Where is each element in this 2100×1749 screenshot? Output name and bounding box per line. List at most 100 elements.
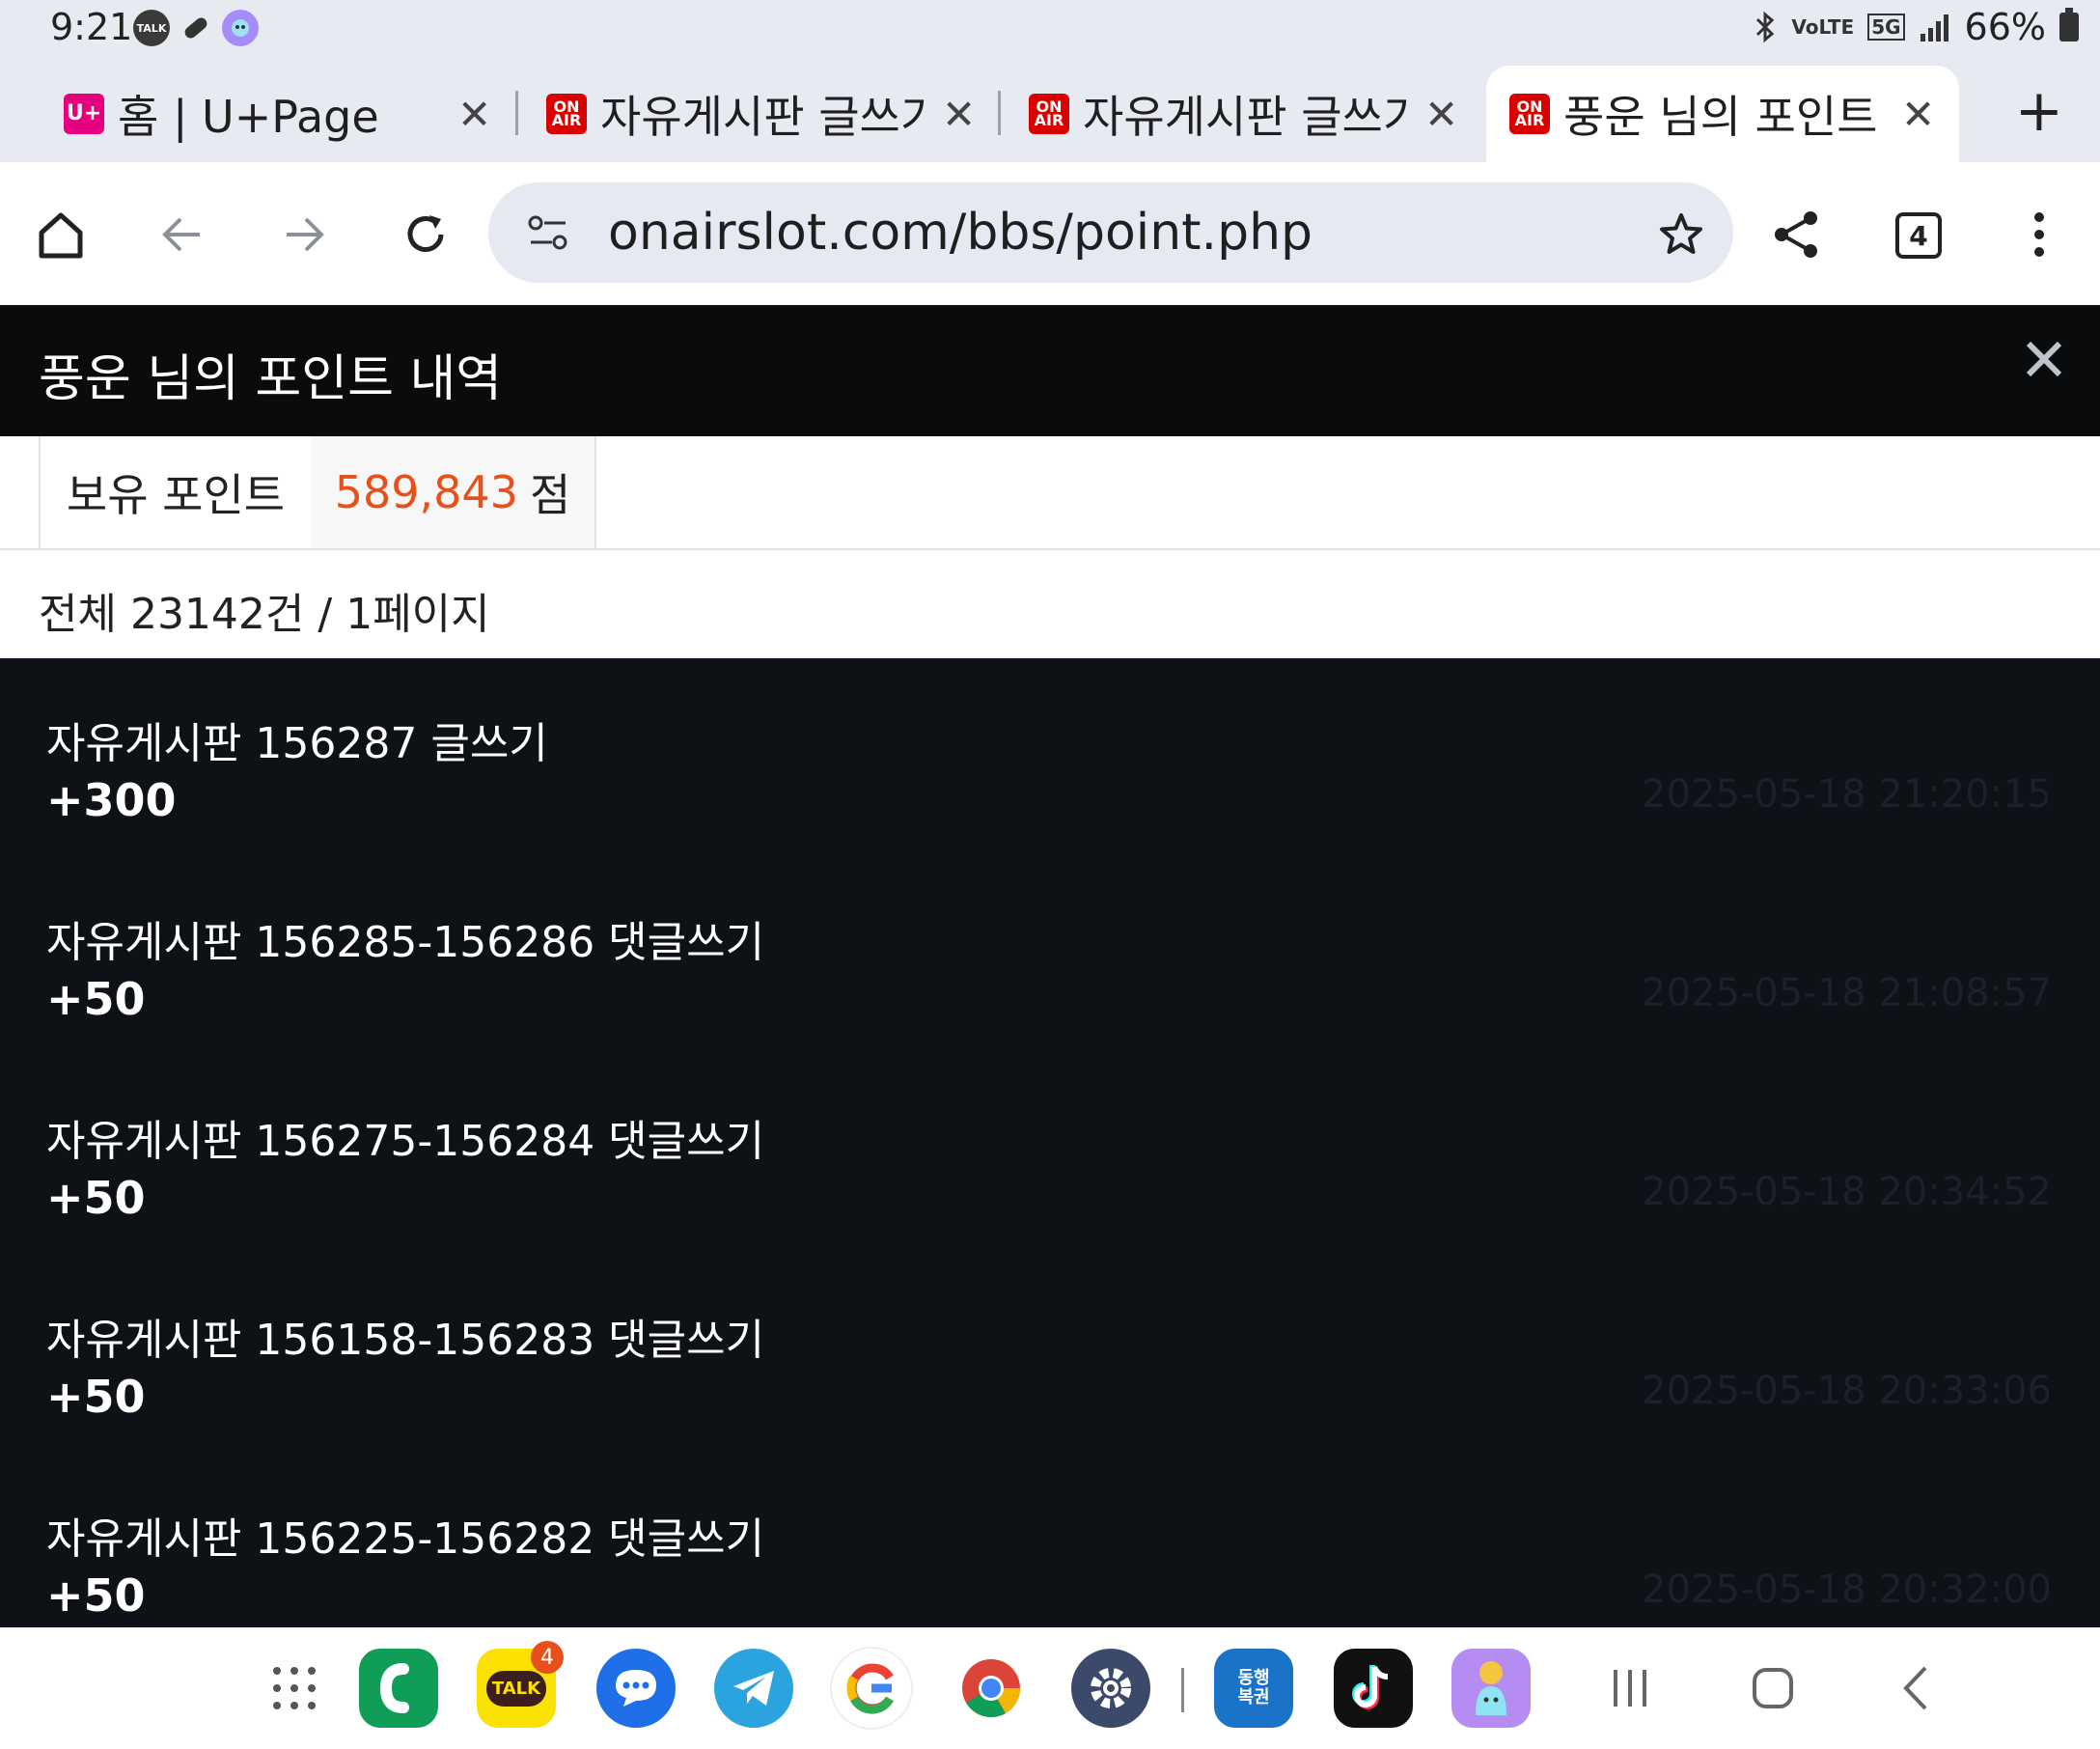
tab-title: 풍운 님의 포인트 <box>1563 91 1878 143</box>
entry-date: 2025-05-18 20:32:00 <box>1642 1568 2052 1612</box>
back-button[interactable] <box>149 201 216 268</box>
talk-badge-text: TALK <box>136 21 167 35</box>
new-tab-icon[interactable]: + <box>2015 77 2063 145</box>
points-label: 보유 포인트 <box>39 436 313 548</box>
close-icon[interactable]: ✕ <box>1424 91 1458 138</box>
onair-favicon-icon: ON AIR <box>546 94 587 134</box>
arrow-left-icon <box>162 217 200 252</box>
kakaotalk-notification-icon: TALK <box>133 10 170 46</box>
network-5g-label: 5G <box>1867 14 1905 41</box>
entry-description: 자유게시판 156158-156283 댓글쓰기 <box>46 1316 765 1365</box>
points-history-list: 자유게시판 156287 글쓰기 +300 2025-05-18 21:20:1… <box>0 658 2100 1627</box>
menu-button[interactable] <box>2005 201 2073 268</box>
onair-favicon-icon: ON AIR <box>1509 94 1550 134</box>
settings-app-icon[interactable] <box>1071 1649 1150 1728</box>
home-nav-icon <box>1753 1668 1793 1708</box>
signal-icon <box>1920 14 1948 42</box>
close-popup-button[interactable] <box>2025 340 2063 382</box>
close-icon[interactable]: ✕ <box>457 91 491 138</box>
pill-icon <box>178 10 214 46</box>
volte-label: VoLTE <box>1791 15 1855 39</box>
chevron-left-icon <box>1903 1666 1927 1710</box>
forward-button[interactable] <box>270 201 338 268</box>
gear-icon <box>1091 1668 1131 1708</box>
bluetooth-icon <box>1756 11 1775 43</box>
chrome-app-icon[interactable] <box>952 1649 1031 1728</box>
entry-amount: +300 <box>46 774 177 826</box>
entry-date: 2025-05-18 20:33:06 <box>1642 1369 2052 1413</box>
point-app-icon[interactable] <box>1451 1649 1531 1728</box>
donghaeng-label: 동행 복권 <box>1237 1668 1270 1707</box>
battery-percent: 66% <box>1964 6 2046 48</box>
points-value: 589,843 <box>334 466 518 518</box>
status-time: 9:21 <box>50 6 133 48</box>
recents-icon <box>1614 1670 1646 1707</box>
entry-amount: +50 <box>46 1569 146 1622</box>
entry-description: 자유게시판 156287 글쓰기 <box>46 719 548 768</box>
telegram-app-icon[interactable] <box>714 1649 793 1728</box>
apps-grid-icon <box>273 1667 316 1709</box>
recents-button[interactable] <box>1590 1649 1670 1728</box>
list-item: 자유게시판 156158-156283 댓글쓰기 +50 2025-05-18 … <box>0 1255 2100 1454</box>
tab-free-board-write-2[interactable]: ON AIR 자유게시판 글쓰기 ✕ <box>1029 66 1463 162</box>
donghaeng-lottery-app-icon[interactable]: 동행 복권 <box>1214 1649 1293 1728</box>
status-bar: 9:21 TALK VoLTE 5G 66% <box>0 0 2100 60</box>
tiktok-app-icon[interactable] <box>1334 1649 1413 1728</box>
address-bar[interactable]: onairslot.com/bbs/point.php <box>488 182 1733 283</box>
status-right: VoLTE 5G 66% <box>1753 6 2079 48</box>
tab-uplus-home[interactable]: U+ 홈 | U+Page ✕ <box>64 66 498 162</box>
app-drawer-button[interactable] <box>255 1649 334 1728</box>
tab-title: 자유게시판 글쓰기 <box>1083 91 1411 143</box>
close-icon[interactable]: ✕ <box>1901 91 1935 138</box>
tab-title: 자유게시판 글쓰기 <box>600 91 928 143</box>
site-settings-icon[interactable] <box>527 213 569 252</box>
entry-date: 2025-05-18 21:08:57 <box>1642 971 2052 1015</box>
entry-amount: +50 <box>46 1371 146 1423</box>
reload-button[interactable] <box>392 201 459 268</box>
kakaotalk-badge: 4 <box>531 1641 564 1674</box>
battery-icon <box>2059 8 2079 42</box>
back-nav-button[interactable] <box>1876 1649 1955 1728</box>
reload-icon <box>407 215 444 252</box>
tab-title: 홈 | U+Page <box>118 91 379 143</box>
points-value-cell: 589,843 점 <box>311 436 596 548</box>
tab-separator <box>998 91 1001 135</box>
tab-free-board-write-1[interactable]: ON AIR 자유게시판 글쓰기 ✕ <box>546 66 981 162</box>
entry-amount: +50 <box>46 973 146 1025</box>
list-item: 자유게시판 156275-156284 댓글쓰기 +50 2025-05-18 … <box>0 1056 2100 1255</box>
messages-app-icon[interactable] <box>596 1649 676 1728</box>
close-icon <box>2026 341 2062 377</box>
entry-date: 2025-05-18 21:20:15 <box>1642 772 2052 817</box>
app-notification-icon <box>222 10 259 46</box>
count-bar: 전체 23142건 / 1페이지 <box>0 550 2100 658</box>
points-header: 풍운 님의 포인트 내역 <box>0 307 2100 436</box>
home-icon <box>39 212 83 259</box>
points-summary: 보유 포인트 589,843 점 <box>0 436 2100 550</box>
entry-description: 자유게시판 156275-156284 댓글쓰기 <box>46 1117 765 1166</box>
list-item: 자유게시판 156285-156286 댓글쓰기 +50 2025-05-18 … <box>0 857 2100 1056</box>
notification-icons: TALK <box>133 10 259 46</box>
share-button[interactable] <box>1762 201 1830 268</box>
tab-points-active[interactable]: ON AIR 풍운 님의 포인트 ✕ <box>1486 66 1959 162</box>
phone-app-icon[interactable] <box>359 1649 438 1728</box>
google-app-icon[interactable] <box>832 1649 911 1728</box>
entry-description: 자유게시판 156225-156282 댓글쓰기 <box>46 1514 765 1564</box>
kakaotalk-label: TALK <box>485 1670 547 1707</box>
list-item: 자유게시판 156287 글쓰기 +300 2025-05-18 21:20:1… <box>0 658 2100 857</box>
home-button[interactable] <box>27 201 95 268</box>
close-icon[interactable]: ✕ <box>942 91 976 138</box>
page-title: 풍운 님의 포인트 내역 <box>39 350 503 408</box>
tab-count-button[interactable]: 4 <box>1895 212 1942 259</box>
url-text[interactable]: onairslot.com/bbs/point.php <box>608 204 1312 262</box>
tab-separator <box>515 91 518 135</box>
total-count: 전체 23142건 / 1페이지 <box>39 590 490 639</box>
entry-date: 2025-05-18 20:34:52 <box>1642 1170 2052 1214</box>
list-item: 자유게시판 156225-156282 댓글쓰기 +50 2025-05-18 … <box>0 1454 2100 1627</box>
kakaotalk-app-icon[interactable]: TALK 4 <box>477 1641 564 1728</box>
dock-separator <box>1181 1668 1184 1712</box>
tab-strip: U+ 홈 | U+Page ✕ ON AIR 자유게시판 글쓰기 ✕ ON AI… <box>0 60 2100 162</box>
share-icon <box>1775 211 1817 258</box>
star-icon[interactable] <box>1658 211 1704 258</box>
entry-amount: +50 <box>46 1172 146 1224</box>
home-nav-button[interactable] <box>1733 1649 1812 1728</box>
